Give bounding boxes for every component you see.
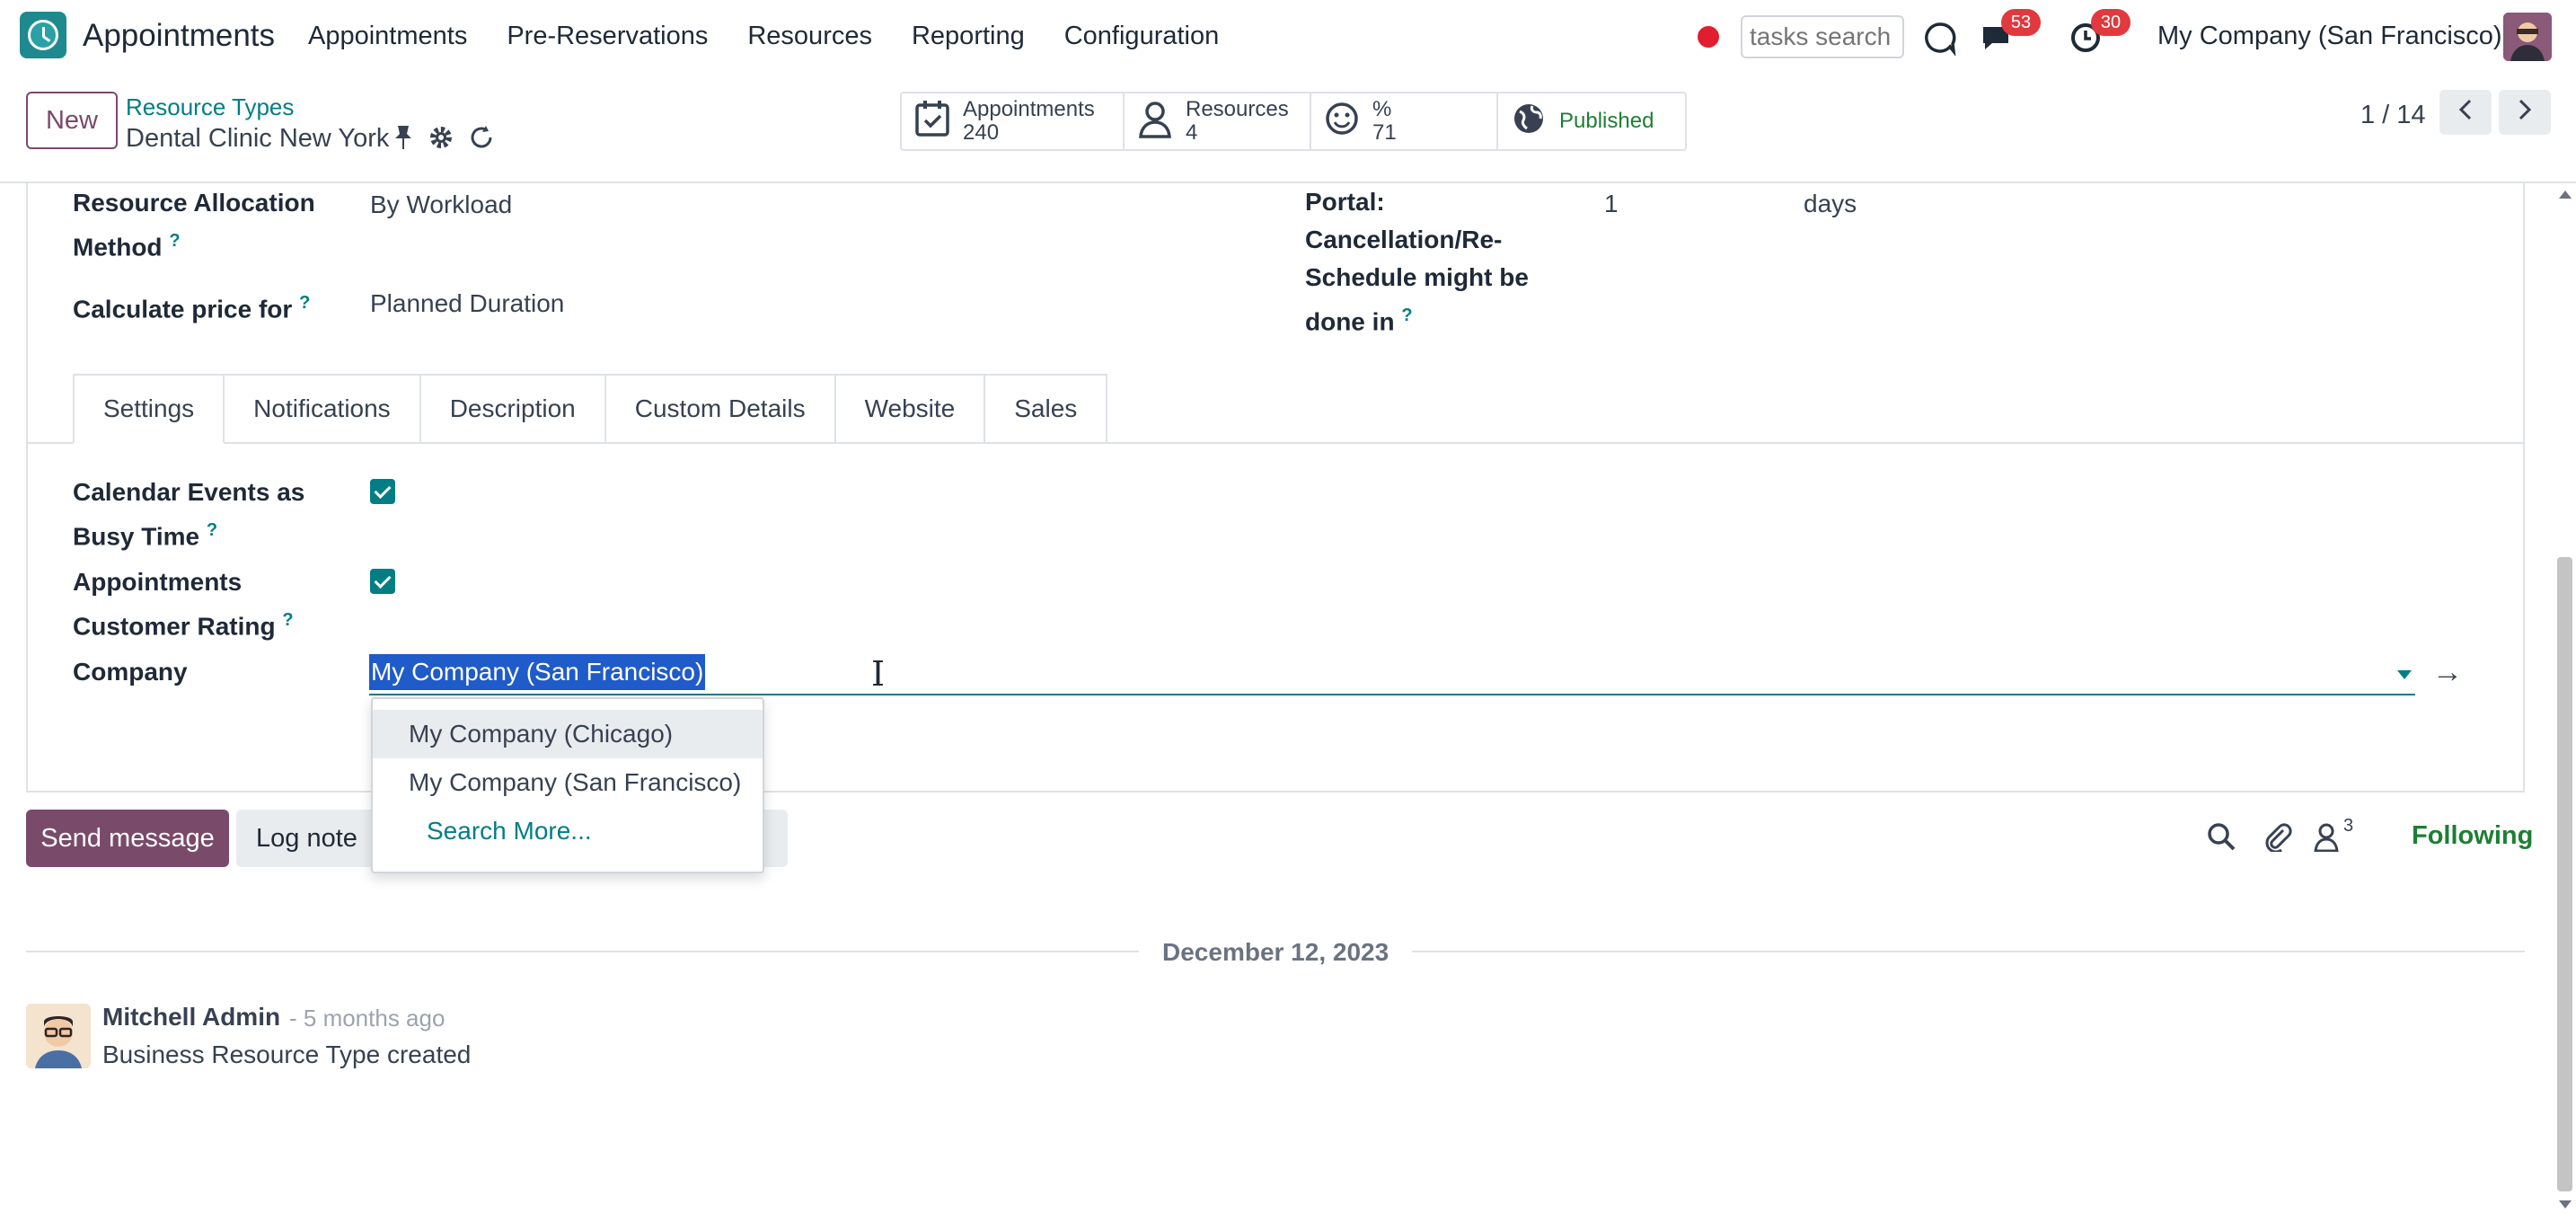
message-body: Business Resource Type created: [102, 1040, 472, 1068]
company-input-selected-text: My Company (San Francisco): [369, 654, 706, 690]
scroll-up-arrow-icon[interactable]: [2559, 190, 2572, 199]
following-button[interactable]: Following: [2412, 821, 2533, 851]
help-icon[interactable]: ?: [169, 231, 180, 251]
main-menu: Appointments Pre-Reservations Resources …: [308, 22, 1258, 51]
company-autocomplete-dropdown: My Company (Chicago) My Company (San Fra…: [371, 697, 764, 873]
rating-smart-label: %: [1372, 97, 1392, 121]
resource-allocation-value[interactable]: By Workload: [370, 186, 512, 224]
appointments-smart-label: Appointments: [963, 97, 1095, 121]
user-avatar[interactable]: [2503, 13, 2552, 61]
company-switcher[interactable]: My Company (San Francisco): [2157, 22, 2502, 51]
chevron-left-icon: [2456, 98, 2475, 128]
calendar-busy-label: Calendar Events as Busy Time ?: [73, 478, 305, 551]
help-icon[interactable]: ?: [1401, 306, 1412, 325]
user-icon: [1137, 99, 1173, 145]
activities-clock-icon[interactable]: 30: [2068, 9, 2130, 56]
tab-custom-details[interactable]: Custom Details: [605, 374, 836, 444]
record-actions: [393, 124, 495, 157]
help-icon[interactable]: ?: [282, 610, 293, 630]
calculate-price-label: Calculate price for ?: [73, 293, 311, 323]
portal-cancellation-unit: days: [1804, 190, 1857, 217]
customer-rating-checkbox[interactable]: [370, 569, 395, 594]
published-smart-button[interactable]: Published: [1498, 93, 1685, 149]
text-cursor-icon: I: [871, 654, 886, 694]
chevron-right-icon: [2515, 98, 2535, 128]
caret-down-icon[interactable]: [2397, 670, 2412, 679]
pin-icon[interactable]: [393, 124, 414, 157]
tab-notifications[interactable]: Notifications: [225, 374, 421, 444]
calendar-check-icon: [914, 99, 950, 145]
log-note-label: Log note: [256, 824, 357, 853]
dropdown-search-more[interactable]: Search More...: [373, 807, 763, 855]
tab-website[interactable]: Website: [835, 374, 986, 444]
tasks-search-input[interactable]: [1741, 15, 1904, 58]
pager-next-button[interactable]: [2499, 90, 2551, 135]
pager-previous-button[interactable]: [2439, 90, 2492, 135]
published-label: Published: [1559, 109, 1654, 133]
resources-smart-label: Resources: [1186, 97, 1289, 121]
smile-icon: [1324, 101, 1360, 143]
new-button[interactable]: New: [26, 92, 118, 149]
scrollbar-thumb[interactable]: [2557, 557, 2572, 1191]
paperclip-icon[interactable]: [2262, 821, 2292, 858]
message-author[interactable]: Mitchell Admin: [102, 1003, 280, 1032]
page: Appointments Appointments Pre-Reservatio…: [0, 0, 2576, 1222]
help-icon[interactable]: ?: [207, 520, 217, 540]
top-navbar: Appointments Appointments Pre-Reservatio…: [0, 0, 2576, 74]
recording-dot-icon[interactable]: [1698, 26, 1719, 48]
tab-description[interactable]: Description: [420, 374, 606, 444]
menu-reporting[interactable]: Reporting: [912, 22, 1025, 51]
gear-icon[interactable]: [428, 124, 454, 157]
company-label: Company: [73, 658, 188, 686]
rating-smart-button[interactable]: % 71: [1311, 93, 1498, 149]
resources-smart-value: 4: [1186, 120, 1198, 145]
dropdown-option-chicago[interactable]: My Company (Chicago): [373, 710, 763, 758]
menu-pre-reservations[interactable]: Pre-Reservations: [507, 22, 708, 51]
activities-badge: 30: [2091, 9, 2130, 36]
rating-smart-value: 71: [1372, 120, 1397, 145]
appointments-smart-button[interactable]: Appointments 240: [902, 93, 1125, 149]
calculate-price-value[interactable]: Planned Duration: [370, 285, 564, 323]
pager-value[interactable]: 1 / 14: [2360, 101, 2426, 130]
control-panel: New Resource Types Dental Clinic New Yor…: [0, 74, 2576, 183]
send-message-button[interactable]: Send message: [26, 810, 229, 867]
message-date: December 12, 2023: [1139, 938, 1413, 967]
tab-settings[interactable]: Settings: [73, 374, 225, 444]
appointments-app-icon[interactable]: [20, 12, 66, 58]
chatter-search-icon[interactable]: [2206, 821, 2236, 858]
calendar-busy-checkbox[interactable]: [370, 479, 395, 504]
menu-resources[interactable]: Resources: [747, 22, 872, 51]
portal-cancellation-label: Portal: Cancellation/Re- Schedule might be…: [1305, 188, 1529, 336]
resource-allocation-label: Resource Allocation Method ?: [73, 189, 315, 261]
app-name[interactable]: Appointments: [83, 18, 275, 54]
menu-configuration[interactable]: Configuration: [1064, 22, 1220, 51]
company-input[interactable]: My Company (San Francisco): [369, 652, 2415, 695]
followers-icon[interactable]: 3: [2313, 816, 2353, 858]
help-icon[interactable]: ?: [299, 293, 310, 313]
internal-link-arrow-icon[interactable]: →: [2432, 654, 2463, 690]
dropdown-option-san-francisco[interactable]: My Company (San Francisco): [373, 758, 763, 807]
globe-icon: [1511, 101, 1547, 143]
breadcrumb-resource-types[interactable]: Resource Types: [126, 93, 294, 121]
followers-count: 3: [2343, 816, 2354, 836]
discuss-icon[interactable]: [1922, 20, 1958, 57]
smart-buttons: Appointments 240 Resources 4 % 71 Published: [900, 92, 1687, 151]
appointments-smart-value: 240: [963, 120, 1000, 145]
tab-sales[interactable]: Sales: [985, 374, 1108, 444]
customer-rating-label: Appointments Customer Rating ?: [73, 568, 294, 641]
form-tabs: Settings Notifications Description Custo…: [73, 374, 1108, 444]
portal-cancellation-value[interactable]: 1: [1604, 185, 1619, 223]
record-name: Dental Clinic New York: [126, 124, 390, 153]
discard-reload-icon[interactable]: [468, 124, 495, 157]
scroll-down-arrow-icon[interactable]: [2559, 1200, 2572, 1209]
resources-smart-button[interactable]: Resources 4: [1125, 93, 1311, 149]
messages-badge: 53: [2001, 9, 2041, 36]
messages-icon[interactable]: 53: [1978, 9, 2041, 56]
author-avatar[interactable]: [26, 1004, 91, 1068]
menu-appointments[interactable]: Appointments: [308, 22, 467, 51]
message-time: - 5 months ago: [289, 1005, 446, 1032]
